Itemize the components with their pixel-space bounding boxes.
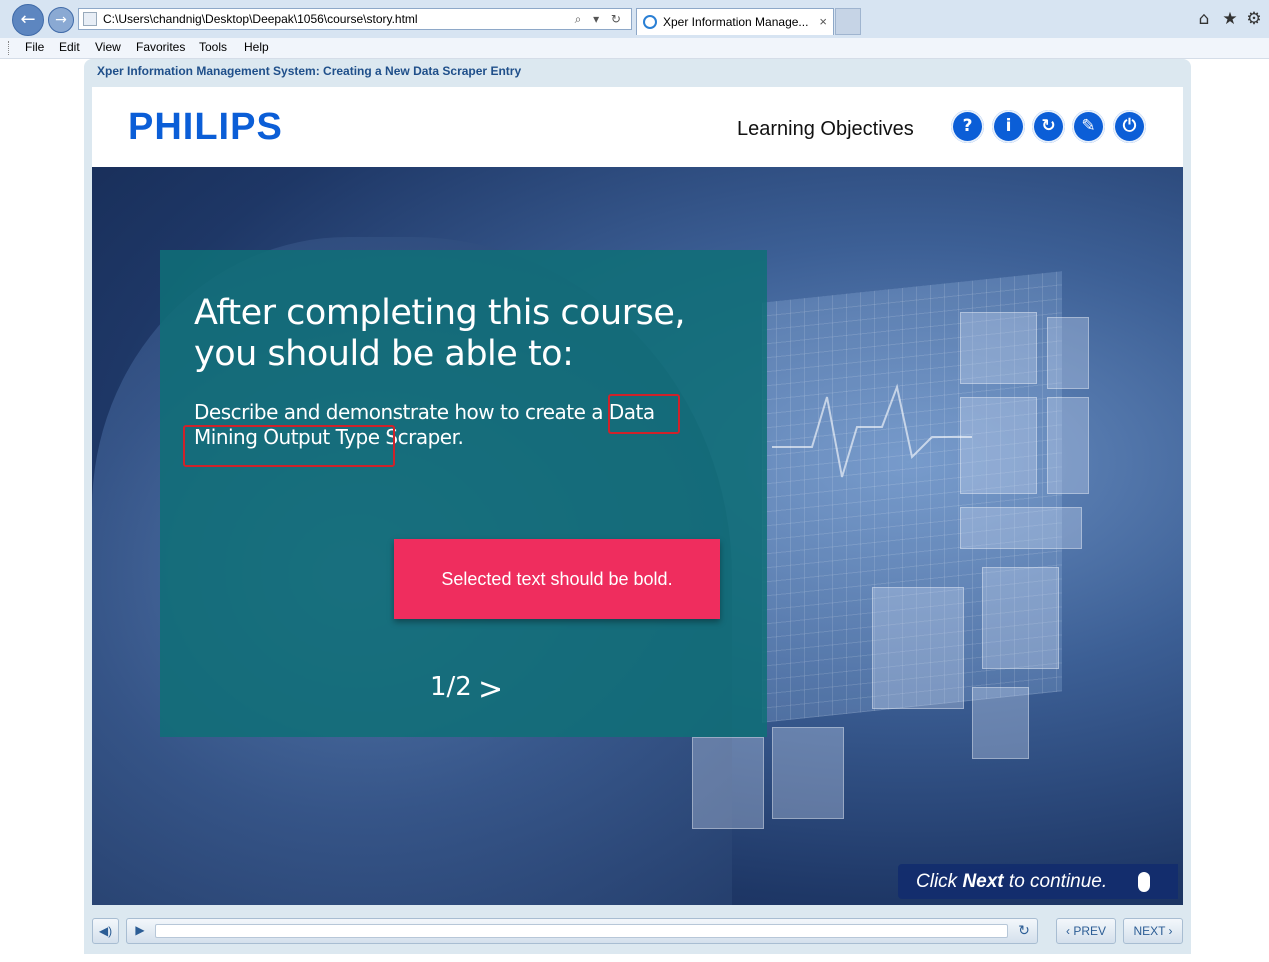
seekbar-track[interactable] [155, 924, 1008, 938]
page-icon [83, 12, 97, 26]
prev-button[interactable]: ‹ PREV [1056, 918, 1116, 944]
browser-toolbar: ← → C:\Users\chandnig\Desktop\Deepak\105… [0, 0, 1269, 39]
menu-view[interactable]: View [95, 40, 121, 54]
favorites-icon[interactable]: ★ [1219, 8, 1241, 30]
background-tile [772, 727, 844, 819]
replay-button[interactable]: ↻ [1032, 110, 1065, 143]
annotation-box [608, 394, 680, 434]
philips-logo: PHILIPS [128, 106, 283, 148]
background-tile [960, 507, 1082, 549]
address-url[interactable]: C:\Users\chandnig\Desktop\Deepak\1056\co… [103, 9, 418, 29]
back-button[interactable]: ← [12, 4, 44, 36]
cta-prefix: Click [916, 871, 963, 892]
background-tile [1047, 317, 1089, 389]
help-button[interactable]: ? [951, 110, 984, 143]
background-tile [982, 567, 1059, 669]
exit-button[interactable]: ⏻ [1113, 110, 1146, 143]
ie-icon [643, 15, 657, 29]
menu-file[interactable]: File [25, 40, 44, 54]
address-tools-icons[interactable]: ⌕ ▾ ↻ [575, 9, 625, 29]
heartbeat-line [772, 383, 972, 478]
background-tile [692, 737, 764, 829]
volume-icon: ◀) [98, 924, 113, 938]
replay-slide-button[interactable]: ↻ [1012, 918, 1036, 944]
section-title: Learning Objectives [737, 118, 914, 140]
next-page-arrow[interactable]: > [478, 672, 503, 707]
play-icon: ▶ [135, 923, 145, 937]
home-icon[interactable]: ⌂ [1193, 8, 1215, 30]
menu-tools[interactable]: Tools [199, 40, 227, 54]
continue-prompt: Click Next to continue. [898, 864, 1178, 899]
address-bar[interactable]: C:\Users\chandnig\Desktop\Deepak\1056\co… [78, 8, 632, 30]
menu-help[interactable]: Help [244, 40, 269, 54]
browser-tab[interactable]: Xper Information Manage... × [636, 8, 834, 35]
menu-edit[interactable]: Edit [59, 40, 80, 54]
course-title: Xper Information Management System: Crea… [97, 64, 522, 78]
replay-icon: ↻ [1018, 922, 1030, 938]
info-button[interactable]: i [992, 110, 1025, 143]
background-tile [1047, 397, 1089, 494]
back-arrow-icon: ← [20, 9, 36, 30]
page-indicator: 1/2 [430, 672, 472, 702]
objectives-heading: After completing this course, you should… [194, 293, 685, 374]
cta-suffix: to continue. [1003, 871, 1108, 892]
new-tab-button[interactable] [835, 8, 861, 35]
menu-favorites[interactable]: Favorites [136, 40, 185, 54]
volume-button[interactable]: ◀) [92, 918, 119, 944]
tab-close-icon[interactable]: × [819, 9, 827, 35]
forward-button[interactable]: → [48, 7, 74, 33]
menu-bar: File Edit View Favorites Tools Help [0, 38, 1269, 59]
tab-title: Xper Information Manage... [663, 15, 809, 29]
play-button[interactable]: ▶ [126, 918, 154, 944]
annotation-box [183, 425, 395, 467]
forward-arrow-icon: → [55, 12, 67, 28]
menu-grip [8, 41, 11, 55]
background-tile [872, 587, 964, 709]
next-button[interactable]: NEXT › [1123, 918, 1183, 944]
settings-icon[interactable]: ⚙ [1243, 8, 1265, 30]
background-tile [972, 687, 1029, 759]
cta-next: Next [962, 871, 1004, 892]
mouse-icon [1138, 872, 1150, 892]
review-note: Selected text should be bold. [394, 539, 720, 619]
glossary-button[interactable]: ✎ [1072, 110, 1105, 143]
